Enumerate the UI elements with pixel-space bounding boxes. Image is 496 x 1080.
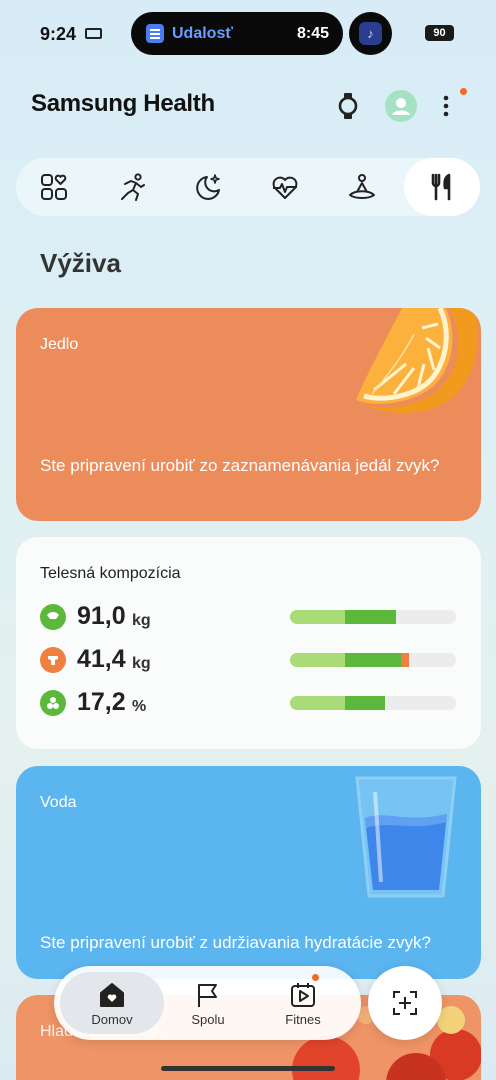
body-weight-icon <box>40 604 66 630</box>
bar-range-low <box>290 696 345 710</box>
nav-home[interactable]: Domov <box>60 972 164 1034</box>
metric-value: 91,0 <box>77 602 126 630</box>
metric-value: 41,4 <box>77 645 126 673</box>
play-calendar-icon <box>291 983 315 1007</box>
metric-unit: % <box>132 698 147 715</box>
battery-indicator: 90 <box>425 25 454 41</box>
water-card[interactable]: Voda Ste pripravení urobiť z udržiavania… <box>16 766 481 979</box>
body-fat-icon <box>40 690 66 716</box>
orange-slice-image <box>356 308 478 413</box>
tab-activity[interactable] <box>94 158 170 216</box>
muscle-mass-icon <box>40 647 66 673</box>
section-title: Výživa <box>40 248 121 278</box>
fork-knife-icon <box>431 173 451 201</box>
home-heart-icon <box>100 983 124 1007</box>
metric-unit: kg <box>132 612 151 629</box>
add-record-button[interactable] <box>368 966 442 1040</box>
app-title: Samsung Health <box>31 90 215 117</box>
fitness-notification-dot <box>312 974 319 981</box>
tab-overview[interactable] <box>16 158 92 216</box>
add-scan-icon <box>393 991 417 1015</box>
status-bar: 9:24 Udalosť 8:45 ♪ 90 <box>0 0 496 66</box>
notification-dot <box>460 88 467 95</box>
meditation-icon <box>349 174 375 199</box>
food-card[interactable]: Jedlo Ste pripravení urobiť zo zaznamená… <box>16 308 481 521</box>
bar-range-low <box>290 610 345 624</box>
calendar-event-icon <box>146 24 164 43</box>
bottom-navigation: Domov Spolu Fitnes <box>54 966 361 1040</box>
bar-range-over <box>401 653 409 667</box>
metric-body-fat: 17,2 % <box>40 688 460 718</box>
body-composition-card[interactable]: Telesná kompozícia 91,0 kg 41,4 kg 17,2 … <box>16 537 481 749</box>
nav-fitness-label: Fitnes <box>285 1012 321 1027</box>
status-time: 9:24 <box>40 24 77 44</box>
bar-range-low <box>290 653 345 667</box>
metric-weight: 91,0 kg <box>40 602 460 632</box>
tab-nutrition[interactable] <box>404 158 480 216</box>
avatar[interactable] <box>385 90 417 122</box>
metric-bar <box>290 696 456 710</box>
tab-mindfulness[interactable] <box>324 158 400 216</box>
nav-fitness[interactable]: Fitnes <box>251 972 355 1034</box>
metric-muscle: 41,4 kg <box>40 645 460 675</box>
user-icon <box>392 98 410 115</box>
running-icon <box>121 173 145 201</box>
home-indicator[interactable] <box>161 1066 335 1071</box>
more-options-icon[interactable] <box>438 92 454 120</box>
metric-value: 17,2 <box>77 688 126 716</box>
category-tabs <box>16 158 480 216</box>
app-badge-icon: ♪ <box>359 22 382 45</box>
metric-unit: kg <box>132 655 151 672</box>
watch-icon[interactable] <box>336 92 360 120</box>
nav-together-label: Spolu <box>191 1012 225 1027</box>
metric-bar <box>290 610 456 624</box>
tab-sleep[interactable] <box>170 158 246 216</box>
tab-heart[interactable] <box>247 158 323 216</box>
nav-home-label: Domov <box>91 1012 133 1027</box>
nav-together[interactable]: Spolu <box>156 972 260 1034</box>
water-card-text: Ste pripravení urobiť z udržiavania hydr… <box>40 933 431 952</box>
food-card-text: Ste pripravení urobiť zo zaznamenávania … <box>40 456 440 475</box>
metric-bar <box>290 653 456 667</box>
event-label: Udalosť <box>172 25 234 42</box>
notification-ticket-icon <box>85 28 102 39</box>
dynamic-island-app[interactable]: ♪ <box>349 12 392 55</box>
bar-range-high <box>345 696 385 710</box>
heart-rate-icon <box>272 176 298 199</box>
bar-range-high <box>345 653 401 667</box>
food-card-title: Jedlo <box>40 336 79 353</box>
moon-sleep-icon <box>196 174 220 200</box>
dynamic-island-event[interactable]: Udalosť 8:45 <box>131 12 343 55</box>
flag-icon <box>198 984 217 1007</box>
water-glass-image <box>355 776 457 898</box>
grid-heart-icon <box>41 174 67 200</box>
body-composition-title: Telesná kompozícia <box>40 565 181 582</box>
bar-range-high <box>345 610 396 624</box>
water-card-title: Voda <box>40 794 77 811</box>
event-time: 8:45 <box>296 25 329 42</box>
